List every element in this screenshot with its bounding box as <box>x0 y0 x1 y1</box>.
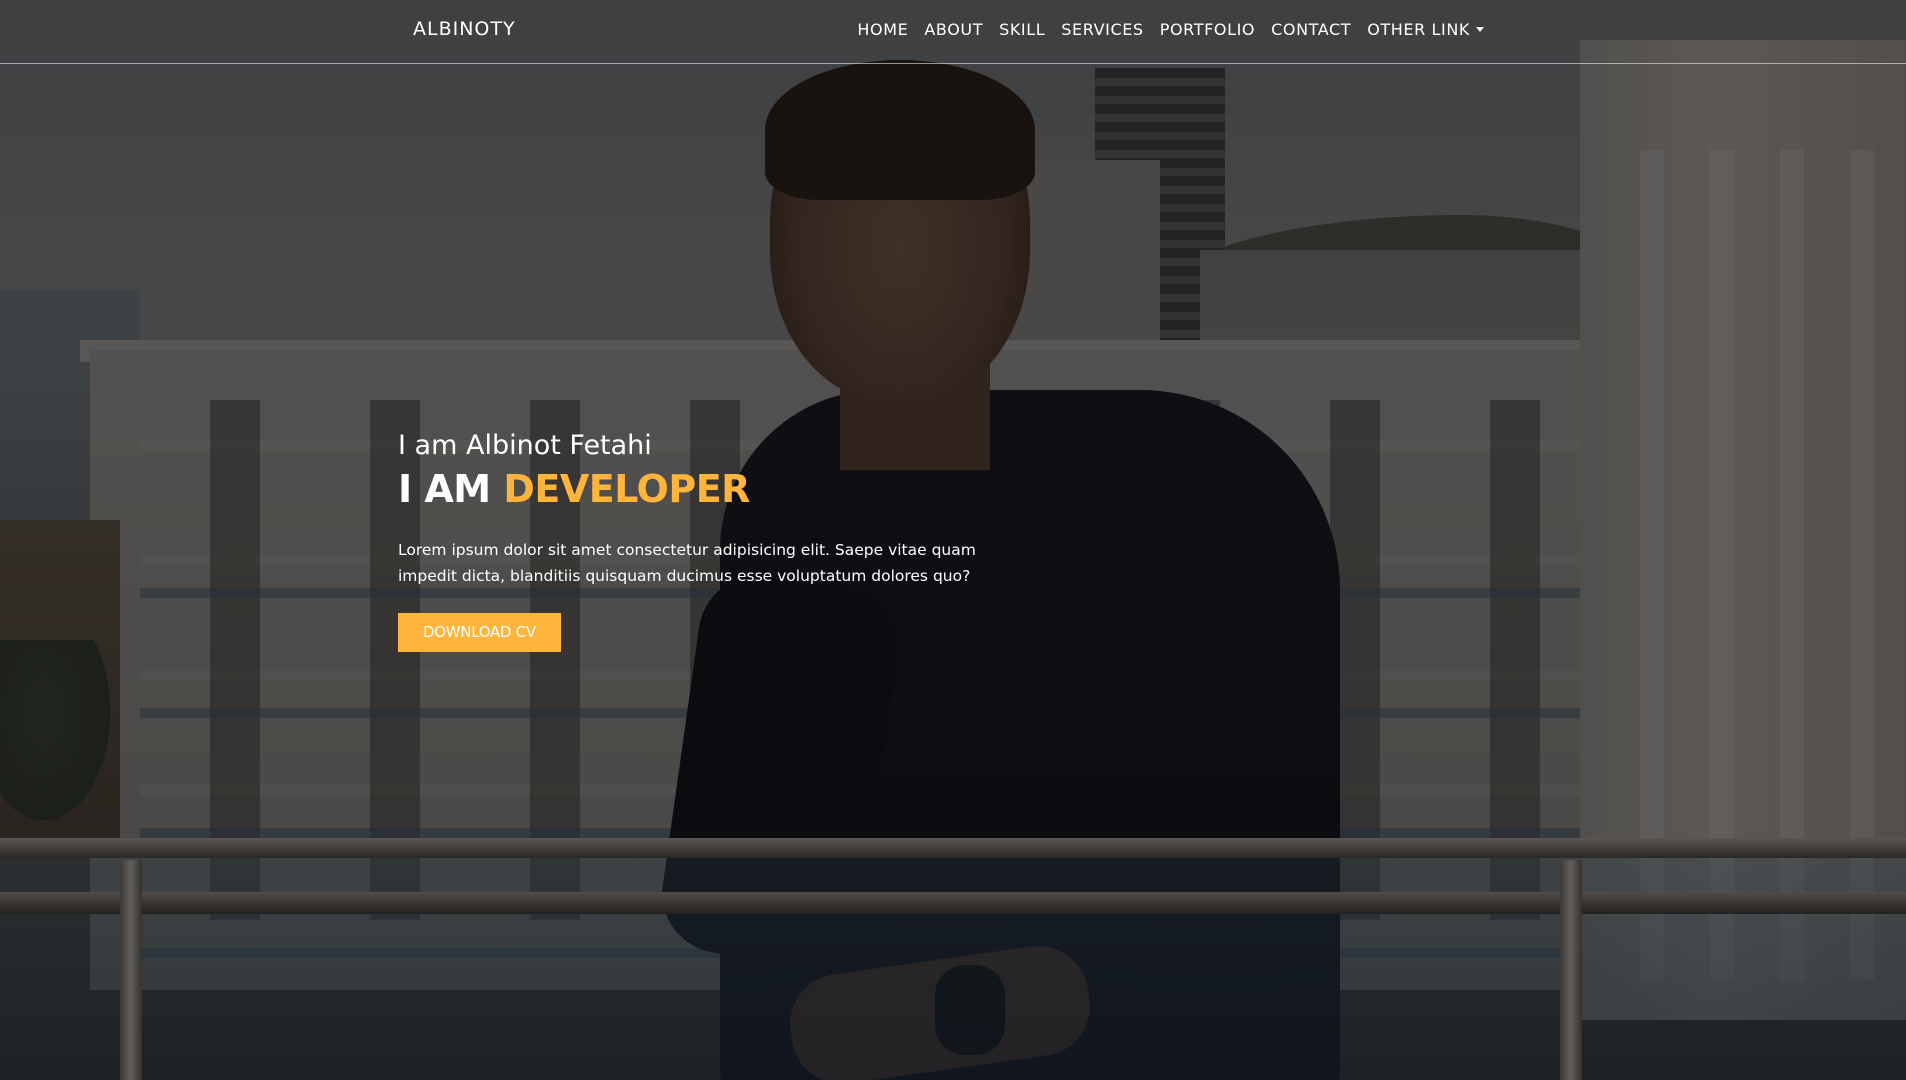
nav-item-home: HOME <box>857 20 908 39</box>
nav-item-skill: SKILL <box>999 20 1045 39</box>
top-navbar: ALBINOTY HOME ABOUT SKILL SERVICES PORTF… <box>0 0 1906 64</box>
download-cv-button[interactable]: DOWNLOAD CV <box>398 613 561 652</box>
nav-item-contact: CONTACT <box>1271 20 1351 39</box>
nav-link-home[interactable]: HOME <box>857 20 908 39</box>
hero-content: I am Albinot Fetahi I AM DEVELOPER Lorem… <box>398 430 998 652</box>
hero-role: I AM DEVELOPER <box>398 467 998 511</box>
hero-role-highlight: DEVELOPER <box>503 467 750 511</box>
nav-links: HOME ABOUT SKILL SERVICES PORTFOLIO CONT… <box>841 20 1484 39</box>
nav-item-portfolio: PORTFOLIO <box>1160 20 1255 39</box>
nav-link-portfolio[interactable]: PORTFOLIO <box>1160 20 1255 39</box>
hero-description: Lorem ipsum dolor sit amet consectetur a… <box>398 541 976 585</box>
nav-item-services: SERVICES <box>1061 20 1143 39</box>
hero-intro: I am Albinot Fetahi <box>398 430 652 461</box>
hero-section: ALBINOTY HOME ABOUT SKILL SERVICES PORTF… <box>0 0 1906 1080</box>
caret-down-icon <box>1476 27 1484 32</box>
nav-item-other-link: OTHER LINK <box>1367 20 1484 39</box>
brand-logo[interactable]: ALBINOTY <box>413 18 516 40</box>
nav-link-skill[interactable]: SKILL <box>999 20 1045 39</box>
nav-item-about: ABOUT <box>924 20 983 39</box>
hero-role-prefix: I AM <box>398 467 491 511</box>
nav-dropdown-other-link[interactable]: OTHER LINK <box>1367 20 1484 39</box>
nav-link-services[interactable]: SERVICES <box>1061 20 1143 39</box>
nav-link-contact[interactable]: CONTACT <box>1271 20 1351 39</box>
nav-dropdown-label: OTHER LINK <box>1367 20 1470 39</box>
nav-link-about[interactable]: ABOUT <box>924 20 983 39</box>
